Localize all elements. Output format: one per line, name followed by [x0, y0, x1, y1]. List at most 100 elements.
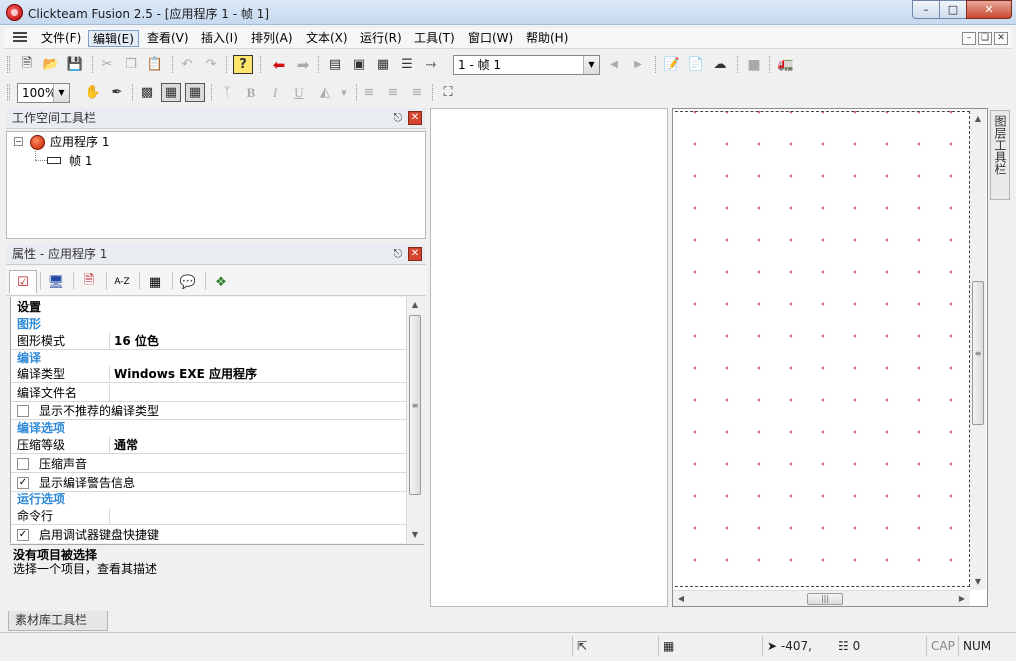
stop-icon[interactable]: ■ [744, 55, 764, 74]
frame-vertical-scrollbar[interactable]: ▲ ≡ ▼ [970, 109, 986, 590]
tree-item-frame[interactable]: 帧 1 [47, 152, 167, 170]
show-grid-icon[interactable]: ▦ [161, 83, 181, 102]
tab-runtime-options-icon[interactable]: 🗎 [75, 270, 103, 294]
menu-view[interactable]: 查看(V) [143, 30, 193, 47]
property-compress-sounds[interactable]: 压缩声音 [11, 456, 406, 473]
scroll-down-icon[interactable]: ▼ [407, 527, 423, 543]
checkbox[interactable]: ✓ [17, 477, 29, 489]
tree-item-application[interactable]: − 应用程序 1 [12, 133, 212, 151]
collapse-icon[interactable]: − [14, 137, 23, 146]
storyboard-editor-icon[interactable]: ▤ [325, 55, 345, 74]
property-value[interactable]: 16 位色 [114, 333, 159, 349]
font-icon[interactable]: ᛉ [217, 83, 237, 102]
chevron-down-icon[interactable]: ▼ [53, 84, 69, 102]
copy-icon[interactable]: ❐ [121, 55, 141, 74]
menu-run[interactable]: 运行(R) [356, 30, 406, 47]
menu-help[interactable]: 帮助(H) [522, 30, 572, 47]
run-project-icon[interactable]: ☁ [710, 55, 730, 74]
italic-icon[interactable]: I [265, 83, 285, 102]
menu-edit[interactable]: 编辑(E) [88, 30, 139, 47]
tab-settings-icon[interactable]: ☑ [9, 270, 37, 294]
tab-display-icon[interactable]: 🖥 [42, 270, 70, 294]
property-value[interactable]: 通常 [114, 437, 138, 453]
scroll-up-icon[interactable]: ▲ [407, 297, 423, 313]
run-application-icon[interactable]: 📝 [662, 55, 682, 74]
tab-values-icon[interactable]: ▦ [141, 270, 169, 294]
forward-icon[interactable]: ➡ [293, 55, 313, 74]
scroll-right-icon[interactable]: ▶ [954, 591, 970, 607]
pick-color-icon[interactable]: ✒ [107, 83, 127, 102]
zoom-select[interactable]: 100% ▼ [17, 83, 70, 103]
tab-events-icon[interactable]: 💬 [174, 270, 202, 294]
help-icon[interactable]: ? [233, 55, 253, 74]
scroll-thumb[interactable]: ||| [807, 593, 843, 605]
frame-canvas[interactable] [675, 111, 970, 587]
frame-select[interactable]: 1 - 帧 1 ▼ [453, 55, 600, 75]
frame-horizontal-scrollbar[interactable]: ◀ ||| ▶ [673, 590, 970, 606]
property-build-filename[interactable]: 编译文件名 [11, 385, 406, 402]
menu-window[interactable]: 窗口(W) [464, 30, 517, 47]
run-frame-icon[interactable]: 📄 [686, 55, 706, 74]
document-menu-icon[interactable] [13, 32, 27, 44]
underline-icon[interactable]: U [289, 83, 309, 102]
mdi-minimize-button[interactable]: – [962, 32, 976, 45]
build-icon[interactable]: 🚛 [776, 55, 796, 74]
pin-icon[interactable]: ⎋ [392, 111, 404, 125]
maximize-button[interactable]: □ [939, 0, 967, 19]
mdi-close-button[interactable]: ✕ [994, 32, 1008, 45]
cut-icon[interactable]: ✂ [97, 55, 117, 74]
open-folder-icon[interactable]: 📂 [41, 55, 61, 74]
hand-pan-icon[interactable]: ✋ [83, 83, 103, 102]
checkbox[interactable]: ✓ [17, 529, 29, 541]
property-enable-debugger-keys[interactable]: ✓ 启用调试器键盘快捷键 [11, 527, 406, 543]
fit-frame-icon[interactable]: ⛶ [438, 83, 458, 102]
checkbox[interactable] [17, 458, 29, 470]
scroll-thumb[interactable]: ≡ [972, 281, 984, 425]
menu-file[interactable]: 文件(F) [37, 30, 85, 47]
minimize-button[interactable]: – [912, 0, 940, 19]
save-icon[interactable]: 💾 [65, 55, 85, 74]
back-icon[interactable]: ⬅ [269, 55, 289, 74]
scroll-down-icon[interactable]: ▼ [970, 574, 986, 590]
menu-text[interactable]: 文本(X) [302, 30, 352, 47]
frame-editor[interactable]: ▲ ≡ ▼ ◀ ||| ▶ [672, 108, 988, 607]
scroll-up-icon[interactable]: ▲ [970, 111, 986, 127]
bold-icon[interactable]: B [241, 83, 261, 102]
checkbox[interactable] [17, 405, 29, 417]
close-panel-button[interactable]: ✕ [408, 247, 422, 261]
align-center-icon[interactable]: ≡ [383, 83, 403, 102]
chevron-down-icon[interactable]: ▼ [334, 83, 354, 102]
property-compression-level[interactable]: 压缩等级 通常 [11, 437, 406, 454]
menu-tools[interactable]: 工具(T) [410, 30, 459, 47]
new-file-icon[interactable]: 🗎 [17, 55, 37, 74]
chevron-down-icon[interactable]: ▼ [583, 56, 599, 74]
property-graphics-mode[interactable]: 图形模式 16 位色 [11, 333, 406, 350]
frame-editor-icon[interactable]: ▣ [349, 55, 369, 74]
fill-color-icon[interactable]: ◭ [315, 83, 335, 102]
tab-about-icon[interactable]: A-Z [108, 270, 136, 294]
tab-windows-icon[interactable]: ❖ [207, 270, 235, 294]
property-show-unrecommended[interactable]: 显示不推荐的编译类型 [11, 403, 406, 420]
scroll-left-icon[interactable]: ◀ [673, 591, 689, 607]
next-frame-icon[interactable]: ▶ [628, 55, 648, 74]
layers-toolbar-tab[interactable]: 图层工具栏 [990, 110, 1010, 200]
align-right-icon[interactable]: ≡ [407, 83, 427, 102]
property-show-build-warnings[interactable]: ✓ 显示编译警告信息 [11, 475, 406, 492]
data-elements-icon[interactable]: ⤑ [421, 55, 441, 74]
grid-setup-icon[interactable]: ▦ [185, 83, 205, 102]
paste-icon[interactable]: 📋 [145, 55, 165, 74]
close-panel-button[interactable]: ✕ [408, 111, 422, 125]
redo-icon[interactable]: ↷ [201, 55, 221, 74]
undo-icon[interactable]: ↶ [177, 55, 197, 74]
event-list-editor-icon[interactable]: ☰ [397, 55, 417, 74]
scroll-thumb[interactable]: ≡ [409, 315, 421, 495]
property-value[interactable]: Windows EXE 应用程序 [114, 366, 257, 382]
app-logo-icon[interactable] [6, 4, 23, 21]
property-build-type[interactable]: 编译类型 Windows EXE 应用程序 [11, 366, 406, 383]
mdi-restore-button[interactable]: ❏ [978, 32, 992, 45]
close-button[interactable]: ✕ [966, 0, 1012, 19]
align-left-icon[interactable]: ≡ [359, 83, 379, 102]
snap-icon[interactable]: ▩ [137, 83, 157, 102]
previous-frame-icon[interactable]: ◀ [604, 55, 624, 74]
pin-icon[interactable]: ⎋ [392, 247, 404, 261]
